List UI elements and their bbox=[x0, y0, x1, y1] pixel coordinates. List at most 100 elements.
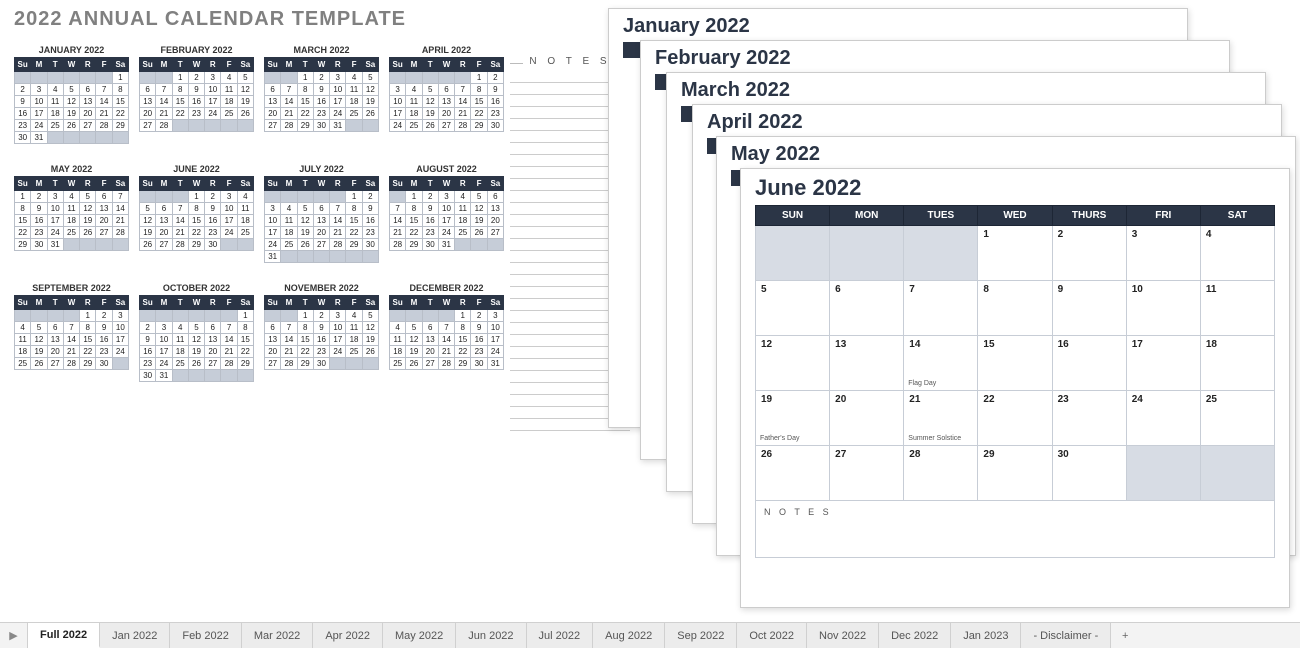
month-day-cell: 3 bbox=[1126, 226, 1200, 281]
mini-day-cell: 5 bbox=[237, 72, 253, 84]
mini-day-cell: 7 bbox=[221, 322, 237, 334]
mini-day-header: Su bbox=[15, 296, 31, 310]
mini-day-cell: 27 bbox=[487, 227, 503, 239]
mini-day-cell: 5 bbox=[406, 322, 422, 334]
sheet-tab[interactable]: Aug 2022 bbox=[593, 623, 665, 648]
mini-day-header: W bbox=[188, 177, 204, 191]
mini-day-cell: 13 bbox=[313, 215, 329, 227]
mini-day-header: Sa bbox=[487, 58, 503, 72]
mini-day-cell bbox=[281, 251, 297, 263]
mini-day-cell: 2 bbox=[15, 84, 31, 96]
mini-day-header: T bbox=[297, 296, 313, 310]
mini-day-header: W bbox=[313, 58, 329, 72]
mini-day-cell bbox=[362, 120, 378, 132]
mini-day-cell: 30 bbox=[362, 239, 378, 251]
sheet-tab[interactable]: Jan 2022 bbox=[100, 623, 170, 648]
sheet-tab[interactable]: Jan 2023 bbox=[951, 623, 1021, 648]
sheet-tab[interactable]: Full 2022 bbox=[28, 623, 100, 648]
mini-day-cell: 15 bbox=[471, 96, 487, 108]
sheet-tab[interactable]: - Disclaimer - bbox=[1021, 623, 1111, 648]
mini-day-header: Su bbox=[265, 177, 281, 191]
mini-day-cell: 12 bbox=[140, 215, 156, 227]
mini-day-cell: 18 bbox=[15, 346, 31, 358]
sheet-tab[interactable]: Mar 2022 bbox=[242, 623, 313, 648]
mini-day-cell: 22 bbox=[112, 108, 128, 120]
mini-day-cell: 24 bbox=[221, 227, 237, 239]
sheet-tab[interactable]: Jun 2022 bbox=[456, 623, 526, 648]
mini-day-cell: 7 bbox=[455, 84, 471, 96]
mini-day-cell: 29 bbox=[471, 120, 487, 132]
mini-day-cell: 8 bbox=[471, 84, 487, 96]
mini-day-header: R bbox=[330, 58, 346, 72]
day-header-cell: SAT bbox=[1200, 206, 1274, 226]
mini-day-cell: 1 bbox=[15, 191, 31, 203]
sheet-tab[interactable]: Sep 2022 bbox=[665, 623, 737, 648]
mini-day-cell: 13 bbox=[422, 334, 438, 346]
sheet-tab[interactable]: Oct 2022 bbox=[737, 623, 807, 648]
month-day-cell: 10 bbox=[1126, 281, 1200, 336]
mini-day-cell: 15 bbox=[297, 96, 313, 108]
mini-day-cell: 10 bbox=[31, 96, 47, 108]
sheet-tab[interactable]: Nov 2022 bbox=[807, 623, 879, 648]
mini-day-cell: 15 bbox=[15, 215, 31, 227]
sheet-tab[interactable]: Dec 2022 bbox=[879, 623, 951, 648]
mini-day-cell: 4 bbox=[281, 203, 297, 215]
mini-day-cell: 2 bbox=[313, 310, 329, 322]
mini-day-cell: 19 bbox=[362, 334, 378, 346]
mini-day-cell: 10 bbox=[156, 334, 172, 346]
mini-day-header: T bbox=[297, 177, 313, 191]
mini-month-title: NOVEMBER 2022 bbox=[264, 283, 379, 293]
month-day-cell: 21Summer Solstice bbox=[904, 391, 978, 446]
mini-day-cell bbox=[330, 191, 346, 203]
mini-day-cell: 2 bbox=[313, 72, 329, 84]
sheet-tab[interactable]: May 2022 bbox=[383, 623, 456, 648]
mini-day-cell: 18 bbox=[406, 108, 422, 120]
mini-day-cell: 14 bbox=[112, 203, 128, 215]
mini-day-cell: 26 bbox=[31, 358, 47, 370]
mini-day-cell: 25 bbox=[237, 227, 253, 239]
mini-day-cell: 21 bbox=[63, 346, 79, 358]
mini-day-cell: 10 bbox=[330, 84, 346, 96]
tab-scroll-button[interactable]: ▶ bbox=[0, 623, 28, 648]
mini-day-cell: 1 bbox=[346, 191, 362, 203]
mini-day-cell: 31 bbox=[330, 120, 346, 132]
page-title: February 2022 bbox=[655, 47, 1229, 70]
mini-day-cell: 8 bbox=[455, 322, 471, 334]
mini-day-header: Su bbox=[390, 58, 406, 72]
calendar-event: Flag Day bbox=[908, 380, 936, 387]
add-sheet-button[interactable]: + bbox=[1111, 623, 1139, 648]
mini-day-cell bbox=[172, 191, 188, 203]
mini-day-cell: 21 bbox=[330, 227, 346, 239]
mini-day-header: M bbox=[156, 58, 172, 72]
mini-day-cell: 24 bbox=[112, 346, 128, 358]
day-header-cell: WED bbox=[978, 206, 1052, 226]
mini-day-cell: 1 bbox=[80, 310, 96, 322]
mini-day-cell: 17 bbox=[330, 334, 346, 346]
mini-day-cell: 27 bbox=[205, 358, 221, 370]
sheet-tab[interactable]: Jul 2022 bbox=[527, 623, 594, 648]
sheet-tab[interactable]: Feb 2022 bbox=[170, 623, 241, 648]
mini-day-cell: 30 bbox=[15, 132, 31, 144]
mini-day-header: Sa bbox=[362, 296, 378, 310]
mini-day-cell: 6 bbox=[205, 322, 221, 334]
mini-day-cell: 29 bbox=[188, 239, 204, 251]
mini-day-cell bbox=[96, 239, 112, 251]
mini-day-cell: 28 bbox=[96, 120, 112, 132]
mini-day-cell: 4 bbox=[455, 191, 471, 203]
mini-day-cell bbox=[438, 310, 454, 322]
mini-day-cell: 16 bbox=[422, 215, 438, 227]
mini-day-cell: 19 bbox=[297, 227, 313, 239]
mini-day-cell: 16 bbox=[140, 346, 156, 358]
month-day-cell: 16 bbox=[1052, 336, 1126, 391]
month-day-cell: 26 bbox=[756, 446, 830, 501]
mini-day-cell: 17 bbox=[265, 227, 281, 239]
sheet-tab[interactable]: Apr 2022 bbox=[313, 623, 383, 648]
month-day-cell: 22 bbox=[978, 391, 1052, 446]
mini-day-cell: 21 bbox=[96, 108, 112, 120]
mini-day-cell: 2 bbox=[471, 310, 487, 322]
mini-day-cell: 14 bbox=[455, 96, 471, 108]
mini-day-header: F bbox=[471, 58, 487, 72]
mini-day-cell: 22 bbox=[80, 346, 96, 358]
mini-day-cell: 28 bbox=[281, 120, 297, 132]
mini-day-cell: 4 bbox=[15, 322, 31, 334]
